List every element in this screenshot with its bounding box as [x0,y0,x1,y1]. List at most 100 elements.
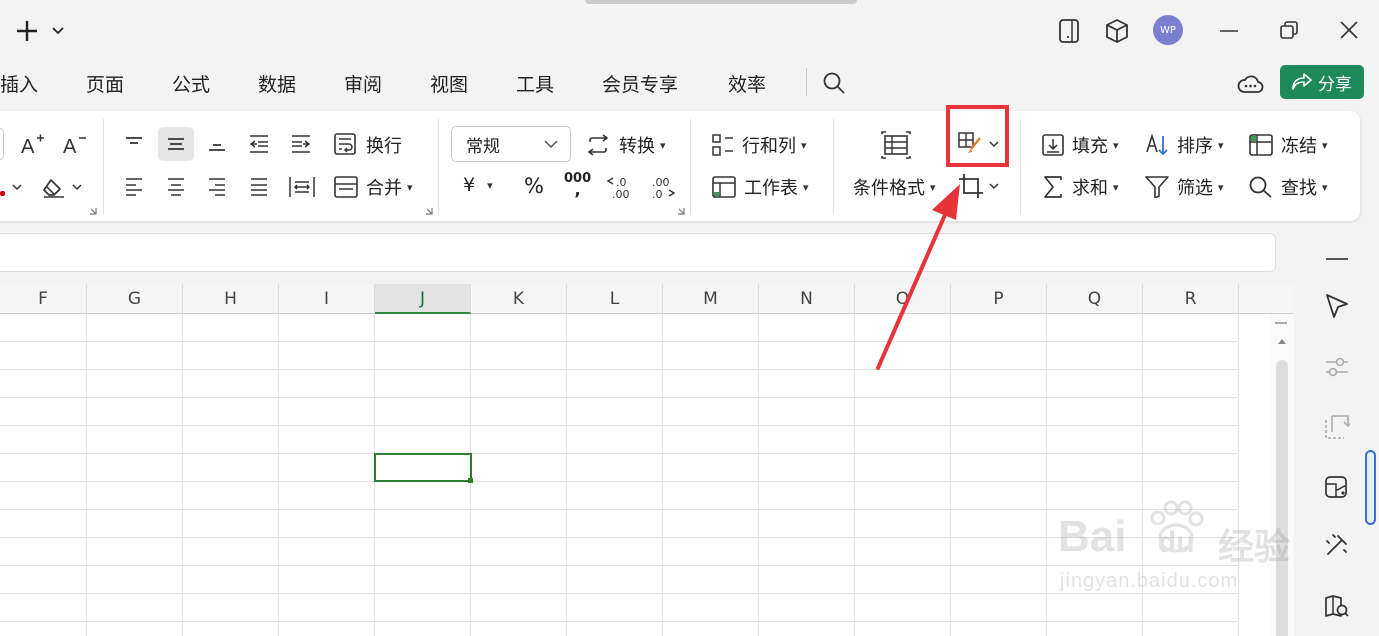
sum-button[interactable]: 求和 ▾ [1042,174,1119,200]
new-tab-plus-icon[interactable] [14,18,40,44]
column-header-L[interactable]: L [567,284,663,314]
align-left-icon[interactable] [120,172,148,202]
formula-bar[interactable] [0,233,1276,272]
decrease-font-icon[interactable]: A [60,130,88,158]
crop-table-dropdown-icon[interactable] [988,178,1000,194]
font-color-bar[interactable] [0,191,5,196]
find-button[interactable]: 查找 ▾ [1249,174,1328,200]
align-bottom-icon[interactable] [203,128,231,160]
justify-icon[interactable] [245,172,273,202]
new-tab-dropdown-icon[interactable] [50,22,66,40]
close-icon[interactable] [1336,17,1362,43]
increase-font-icon[interactable]: A [18,130,46,158]
cloud-chat-icon[interactable] [1236,69,1264,97]
tab-tools[interactable]: 工具 [516,70,554,97]
clear-dropdown-icon[interactable] [70,179,84,195]
column-header-J[interactable]: J [375,284,471,314]
sum-dropdown-icon[interactable]: ▾ [1113,181,1119,194]
worksheet-button[interactable]: 工作表 ▾ [712,174,809,200]
sidebar-scrollbar[interactable] [1365,450,1376,525]
currency-dropdown-icon[interactable]: ▾ [487,179,493,192]
tab-view[interactable]: 视图 [430,70,468,97]
filter-button[interactable]: 筛选 ▾ [1145,174,1224,200]
increase-decimal-icon[interactable]: .0.00 [604,172,638,202]
eraser-icon[interactable] [40,174,68,200]
find-icon [1249,176,1272,198]
phone-view-icon[interactable] [1055,17,1083,45]
tab-member[interactable]: 会员专享 [602,70,678,97]
decrease-indent-icon[interactable] [245,128,273,160]
watermark-brand: Bai [1058,512,1126,562]
scroll-up-icon[interactable] [1276,336,1288,346]
column-header-N[interactable]: N [759,284,855,314]
transpose-icon[interactable] [1320,410,1354,444]
avatar[interactable]: WP [1153,15,1183,45]
filter-dropdown-icon[interactable]: ▾ [1218,181,1224,194]
align-middle-icon[interactable] [158,127,194,161]
adjust-sliders-icon[interactable] [1320,350,1354,384]
sort-button[interactable]: 排序 ▾ [1145,132,1224,158]
percent-button[interactable]: % [524,174,544,198]
tab-data[interactable]: 数据 [258,70,296,97]
column-header-H[interactable]: H [183,284,279,314]
tab-efficiency[interactable]: 效率 [728,70,766,97]
restore-icon[interactable] [1276,17,1302,43]
magic-tools-icon[interactable] [1320,528,1354,562]
freeze-button[interactable]: 冻结 ▾ [1249,132,1328,158]
font-color-dropdown-icon[interactable] [10,179,24,195]
align-center-icon[interactable] [162,172,190,202]
column-header-G[interactable]: G [87,284,183,314]
sort-dropdown-icon[interactable]: ▾ [1218,139,1224,152]
tab-insert[interactable]: 插入 [0,70,38,97]
convert-button[interactable]: 转换 ▾ [585,132,666,158]
worksheet-dropdown-icon[interactable]: ▾ [803,181,809,194]
column-header-K[interactable]: K [471,284,567,314]
wrap-text-button[interactable]: 换行 [334,132,402,158]
tab-review[interactable]: 审阅 [344,70,382,97]
align-right-icon[interactable] [203,172,231,202]
column-header-R[interactable]: R [1143,284,1239,314]
column-header-M[interactable]: M [663,284,759,314]
convert-dropdown-icon[interactable]: ▾ [660,139,666,152]
merge-dropdown-icon[interactable]: ▾ [407,181,413,194]
column-header-I[interactable]: I [279,284,375,314]
tab-page[interactable]: 页面 [86,70,124,97]
rows-columns-button[interactable]: 行和列 ▾ [712,132,807,158]
freeze-dropdown-icon[interactable]: ▾ [1322,139,1328,152]
number-dialog-launcher-icon[interactable] [676,206,686,216]
column-header-Q[interactable]: Q [1047,284,1143,314]
fill-button[interactable]: 填充 ▾ [1042,132,1119,158]
font-dialog-launcher-icon[interactable] [88,206,98,216]
increase-indent-icon[interactable] [287,128,315,160]
active-cell[interactable] [374,453,472,482]
share-button[interactable]: 分享 [1280,65,1364,99]
scrollbar-split-icon[interactable] [1275,322,1287,324]
minimize-icon[interactable] [1216,18,1242,44]
number-format-select[interactable]: 常规 [451,126,571,162]
align-top-icon[interactable] [120,128,148,160]
watermark: Bai du 经验 jingyan.baidu.com [1058,500,1308,607]
sidebar-collapse-icon[interactable] [1326,258,1348,260]
alignment-dialog-launcher-icon[interactable] [424,206,434,216]
watermark-brand-text: Bai [1058,512,1127,561]
book-search-icon[interactable] [1320,590,1354,624]
select-pointer-icon[interactable] [1320,289,1354,323]
sheet-ai-icon[interactable] [1320,470,1354,504]
svg-text:A: A [21,136,35,158]
merge-button[interactable]: 合并 ▾ [334,174,413,200]
font-size-box-edge[interactable] [0,128,4,160]
cube-icon[interactable] [1103,17,1131,45]
currency-button[interactable]: ¥ ▾ [463,174,493,196]
decrease-decimal-icon[interactable]: .00.0 [646,172,680,202]
conditional-format-icon[interactable] [878,127,914,163]
rows-columns-dropdown-icon[interactable]: ▾ [801,139,807,152]
find-dropdown-icon[interactable]: ▾ [1322,181,1328,194]
column-header-F[interactable]: F [0,284,87,314]
distribute-icon[interactable] [287,172,317,202]
search-icon[interactable] [820,69,848,97]
thousands-button[interactable]: 000, [564,172,591,198]
fill-handle[interactable] [468,478,473,483]
tab-formula[interactable]: 公式 [172,70,210,97]
watermark-brand2-text: du [1158,526,1195,559]
fill-dropdown-icon[interactable]: ▾ [1113,139,1119,152]
